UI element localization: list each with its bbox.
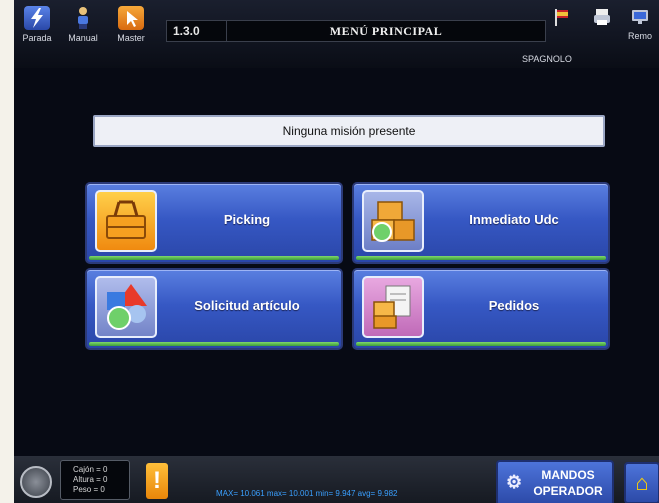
peso-value: Peso = 0 (73, 485, 105, 494)
measurement-readout: MAX= 10.061 max= 10.001 min= 9.947 avg= … (216, 489, 398, 498)
pedidos-label: Pedidos (488, 298, 540, 313)
version-display: 1.3.0 (166, 20, 230, 42)
operator-controls-icon: ⚙ (506, 472, 523, 492)
screen: Parada Manual Master 1.3.0 MENÚ PRINCIPA… (14, 0, 659, 503)
flag-icon (551, 6, 573, 28)
solicitud-articulo-button[interactable]: Solicitud artículo (85, 268, 343, 350)
language-label: SPAGNOLO (522, 54, 572, 64)
picking-status-bar (89, 256, 339, 260)
language-button[interactable] (542, 6, 582, 31)
remote-label: Remo (627, 31, 652, 41)
inmediato-udc-button[interactable]: Inmediato Udc (352, 182, 610, 264)
picking-label: Picking (223, 212, 271, 227)
manual-label: Manual (68, 33, 98, 43)
monitor-icon (629, 6, 651, 28)
top-toolbar: Parada Manual Master 1.3.0 MENÚ PRINCIPA… (14, 0, 659, 68)
warning-button[interactable]: ! (146, 463, 168, 499)
master-label: Master (117, 33, 145, 43)
solicitud-articulo-label: Solicitud artículo (194, 298, 300, 313)
documents-icon (362, 276, 424, 338)
inmediato-udc-label: Inmediato Udc (469, 212, 559, 227)
inmediato-udc-status-bar (356, 256, 606, 260)
round-button[interactable] (20, 466, 52, 498)
mandos-label-line1: MANDOS (541, 468, 595, 482)
shapes-icon (95, 276, 157, 338)
basket-icon (95, 190, 157, 252)
remote-button[interactable]: Remo (620, 6, 659, 41)
home-button[interactable]: ⌂ (624, 462, 659, 503)
cajon-value: Cajón = 0 (73, 465, 108, 474)
parada-label: Parada (22, 33, 52, 43)
page-title: MENÚ PRINCIPAL (226, 20, 546, 42)
parada-button[interactable]: Parada (14, 6, 60, 43)
home-icon: ⌂ (635, 470, 649, 495)
stats-panel: Cajón = 0 Altura = 0 Peso = 0 (60, 460, 130, 500)
cursor-icon (118, 6, 144, 30)
printer-button[interactable] (582, 6, 622, 31)
manual-button[interactable]: Manual (60, 6, 106, 43)
mandos-label-line2: OPERADOR (533, 484, 603, 498)
boxes-icon (362, 190, 424, 252)
master-button[interactable]: Master (108, 6, 154, 43)
picking-button[interactable]: Picking (85, 182, 343, 264)
pedidos-button[interactable]: Pedidos (352, 268, 610, 350)
mandos-operador-button[interactable]: ⚙ MANDOS OPERADOR (496, 460, 614, 503)
altura-value: Altura = 0 (73, 475, 108, 484)
solicitud-articulo-status-bar (89, 342, 339, 346)
person-icon (70, 6, 96, 30)
lightning-icon (24, 6, 50, 30)
pedidos-status-bar (356, 342, 606, 346)
printer-icon (591, 6, 613, 28)
mission-status: Ninguna misión presente (93, 115, 605, 147)
bottom-toolbar: Cajón = 0 Altura = 0 Peso = 0 ! MAX= 10.… (14, 456, 659, 503)
